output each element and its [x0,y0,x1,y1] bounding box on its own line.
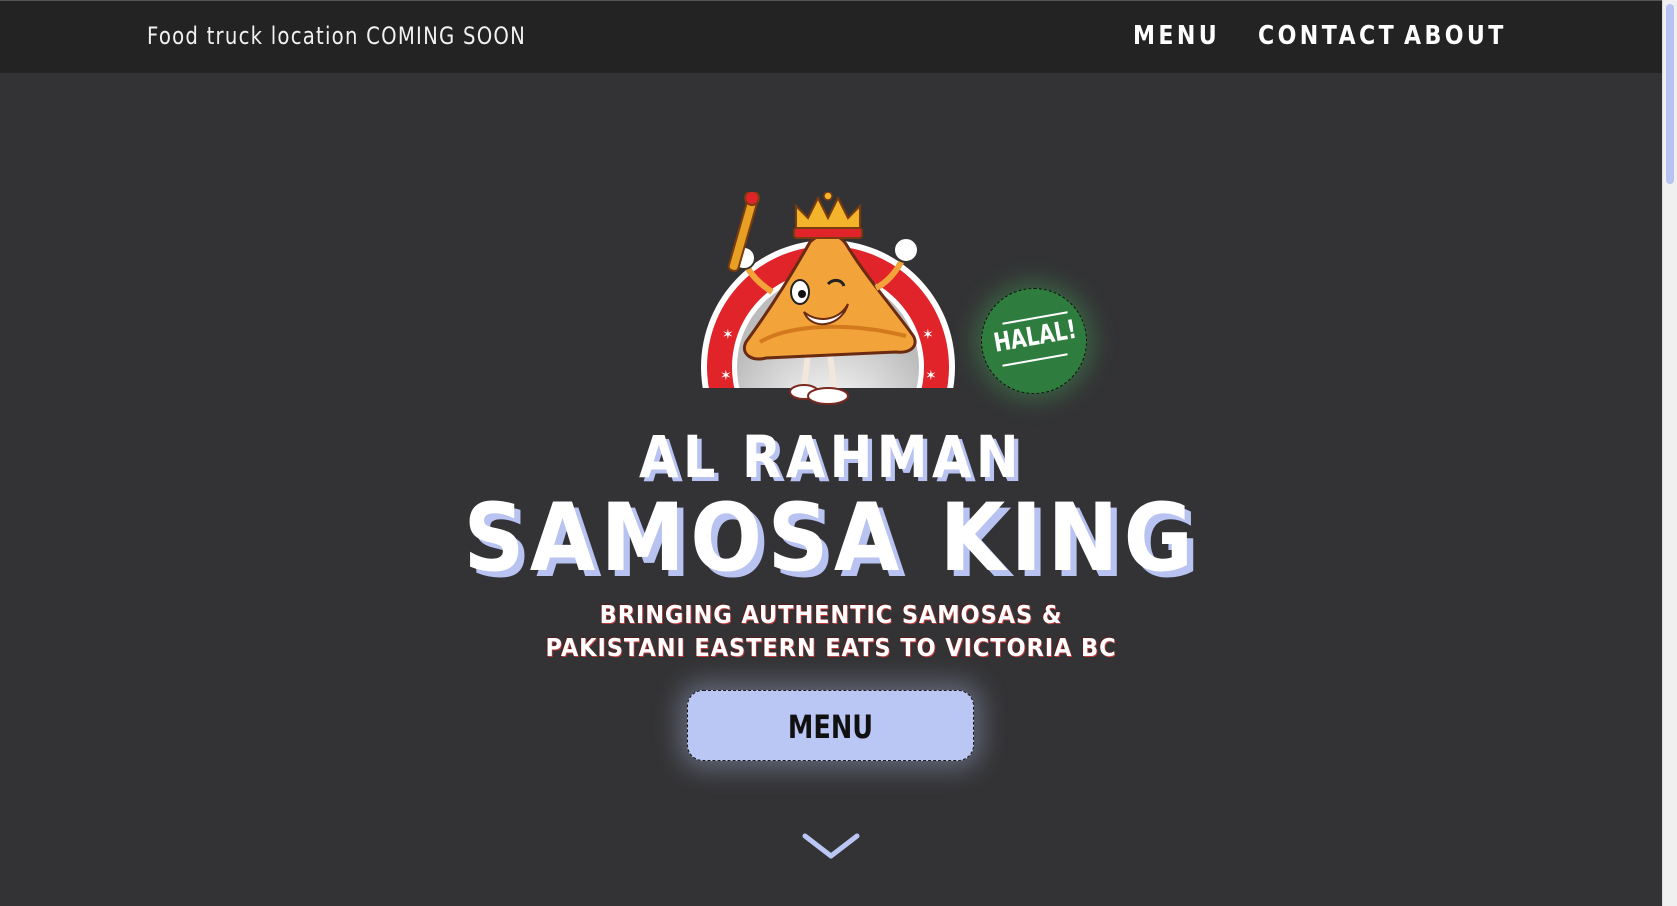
nav-link-menu[interactable]: MENU [1133,21,1220,51]
page: Food truck location COMING SOON MENU CON… [0,0,1677,906]
samosa-king-logo: ✶ ✶ ✶ ✶ [700,190,956,406]
chevron-down-icon[interactable] [801,830,861,866]
halal-badge: HALAL! [981,288,1087,394]
svg-text:✶: ✶ [720,368,732,384]
page-scrollbar[interactable] [1662,0,1677,906]
brand-title-big: SAMOSA KING [463,484,1199,593]
tagline: BRINGING AUTHENTIC SAMOSAS & PAKISTANI E… [83,598,1579,664]
top-bar: Food truck location COMING SOON MENU CON… [0,0,1662,73]
tagline-line-2: PAKISTANI EASTERN EATS TO VICTORIA BC [545,633,1117,662]
svg-text:✶: ✶ [722,327,734,343]
menu-button-label: MENU [787,708,874,746]
svg-text:✶: ✶ [922,327,934,343]
brand-title-small: AL RAHMAN [639,423,1023,491]
location-notice: Food truck location COMING SOON [147,22,527,50]
scrollbar-thumb[interactable] [1666,4,1674,184]
menu-button[interactable]: MENU [687,690,974,761]
tagline-line-1: BRINGING AUTHENTIC SAMOSAS & [599,600,1063,629]
nav-link-about[interactable]: ABOUT [1404,21,1507,51]
svg-text:✶: ✶ [925,368,937,384]
samosa-mascot-icon: ✶ ✶ ✶ ✶ [701,190,955,405]
nav-link-contact[interactable]: CONTACT [1258,21,1397,51]
